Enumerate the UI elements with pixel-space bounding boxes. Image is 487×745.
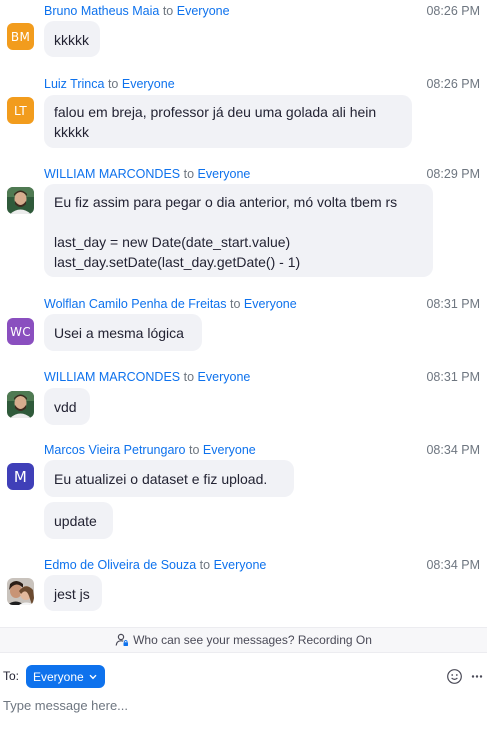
message-bubble[interactable]: jest js (44, 575, 102, 611)
to-word: to (183, 167, 195, 181)
message-bubble[interactable]: update (44, 502, 113, 539)
avatar: BM (7, 23, 34, 50)
message-input[interactable] (0, 694, 487, 716)
message-time: 08:29 PM (426, 167, 480, 181)
person-photo-icon (7, 391, 34, 418)
chevron-down-icon (89, 674, 97, 680)
message-time: 08:26 PM (426, 77, 480, 91)
message-header: WILLIAM MARCONDES to Everyone (44, 166, 250, 182)
message-header: WILLIAM MARCONDES to Everyone (44, 369, 250, 385)
sender-name[interactable]: Wolflan Camilo Penha de Freitas (44, 297, 227, 311)
to-word: to (183, 370, 195, 384)
message-time: 08:34 PM (426, 443, 480, 457)
recipient-name[interactable]: Everyone (122, 77, 175, 91)
to-word: to (199, 558, 211, 572)
message-header: Bruno Matheus Maia to Everyone (44, 3, 230, 19)
avatar (7, 391, 34, 418)
recipient-name[interactable]: Everyone (177, 4, 230, 18)
person-photo-icon (7, 187, 34, 214)
message-bubble[interactable]: Eu fiz assim para pegar o dia anterior, … (44, 184, 433, 277)
message-time: 08:31 PM (426, 370, 480, 384)
message-bubble[interactable]: kkkkk (44, 21, 100, 57)
recipient-name[interactable]: Everyone (203, 443, 256, 457)
message-bubble[interactable]: Usei a mesma lógica (44, 314, 202, 351)
sender-name[interactable]: Edmo de Oliveira de Souza (44, 558, 196, 572)
to-label: To: (3, 669, 20, 683)
message-time: 08:34 PM (426, 558, 480, 572)
recipient-name[interactable]: Everyone (214, 558, 267, 572)
avatar: M (7, 463, 34, 490)
message-time: 08:26 PM (426, 4, 480, 18)
message-bubble[interactable]: falou em breja, professor já deu uma gol… (44, 95, 412, 148)
message-header: Wolflan Camilo Penha de Freitas to Every… (44, 296, 297, 312)
sender-name[interactable]: WILLIAM MARCONDES (44, 167, 180, 181)
to-word: to (162, 4, 174, 18)
recipient-name[interactable]: Everyone (244, 297, 297, 311)
sender-name[interactable]: Bruno Matheus Maia (44, 4, 159, 18)
to-word: to (229, 297, 241, 311)
avatar (7, 578, 34, 605)
to-word: to (189, 443, 200, 457)
recipient-select-value: Everyone (33, 669, 84, 684)
recipient-select[interactable]: Everyone (26, 665, 105, 688)
message-time: 08:31 PM (426, 297, 480, 311)
user-lock-icon (115, 633, 129, 647)
couple-photo-icon (7, 578, 34, 605)
message-bubble[interactable]: Eu atualizei o dataset e fiz upload. (44, 460, 294, 497)
recipient-name[interactable]: Everyone (198, 370, 251, 384)
sender-name[interactable]: Luiz Trinca (44, 77, 104, 91)
avatar: WC (7, 318, 34, 345)
to-word: to (107, 77, 119, 91)
avatar: LT (7, 97, 34, 124)
sender-name[interactable]: WILLIAM MARCONDES (44, 370, 180, 384)
privacy-notice[interactable]: Who can see your messages? Recording On (0, 628, 487, 652)
message-header: Edmo de Oliveira de Souza to Everyone (44, 557, 266, 573)
more-icon[interactable] (470, 668, 484, 685)
privacy-notice-text: Who can see your messages? Recording On (133, 633, 372, 647)
emoji-icon[interactable] (446, 668, 463, 685)
message-bubble[interactable]: vdd (44, 388, 90, 425)
avatar (7, 187, 34, 214)
recipient-name[interactable]: Everyone (198, 167, 251, 181)
sender-name[interactable]: Marcos Vieira Petrungaro (44, 443, 186, 457)
divider (0, 652, 487, 653)
message-header: Luiz Trinca to Everyone (44, 76, 175, 92)
message-header: Marcos Vieira Petrungaro to Everyone (44, 442, 256, 458)
